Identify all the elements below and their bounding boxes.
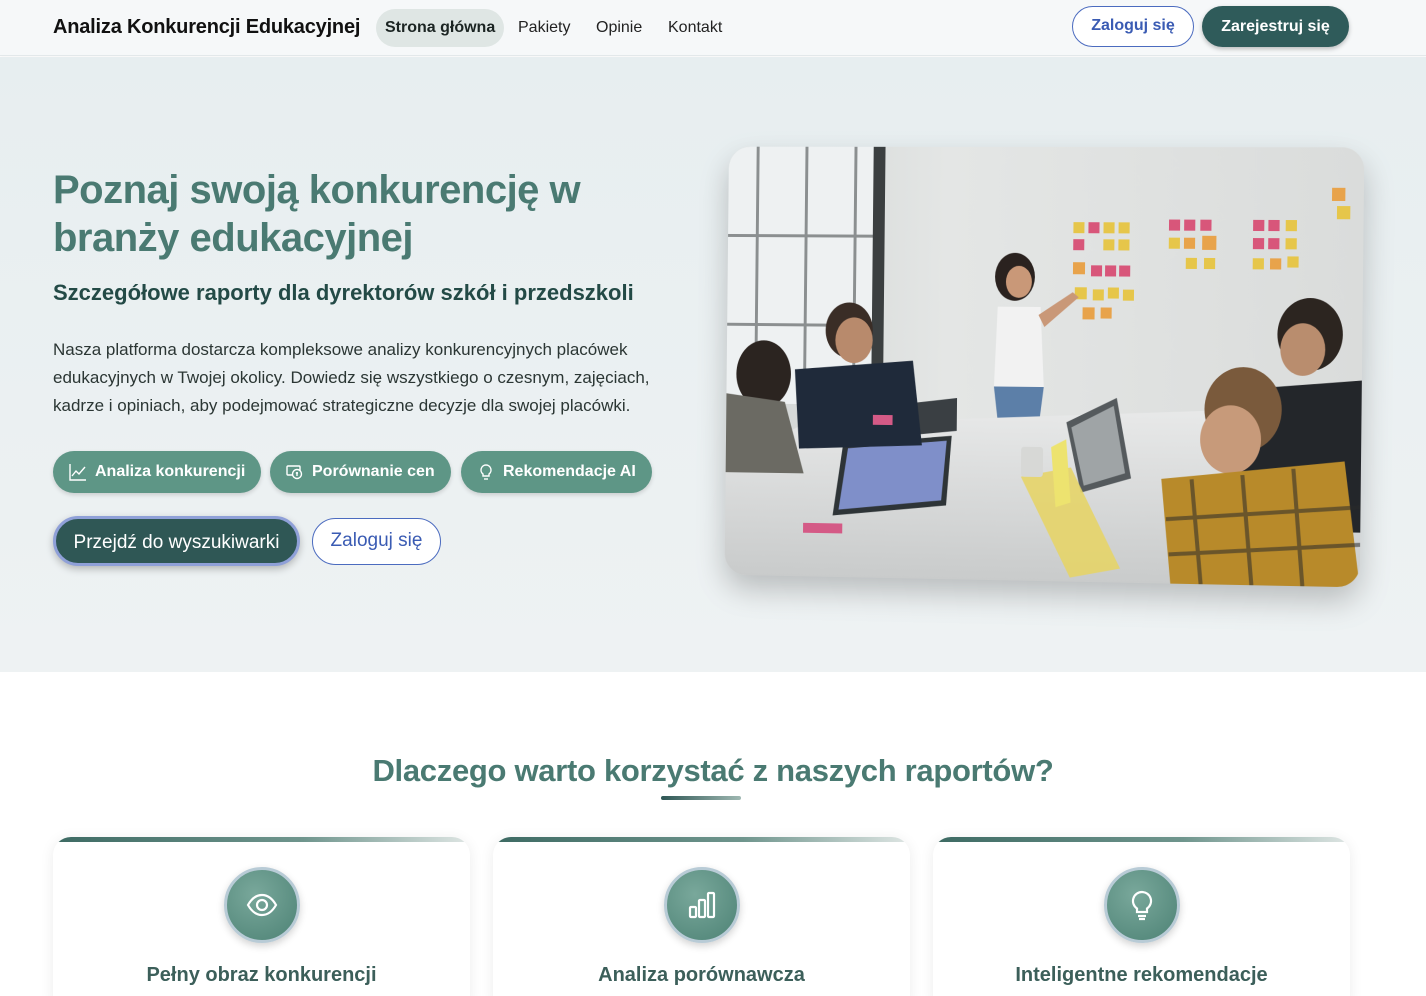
hero-description: Nasza platforma dostarcza kompleksowe an… [53, 340, 650, 415]
hero-subtitle: Szczegółowe raporty dla dyrektorów szkół… [53, 280, 634, 305]
top-navbar: Analiza Konkurencji Edukacyjnej Strona g… [0, 0, 1426, 56]
chip-label: Analiza konkurencji [95, 463, 246, 480]
features-title: Dlaczego warto korzystać z naszych rapor… [372, 753, 1054, 788]
register-button[interactable]: Zarejestruj się [1202, 6, 1349, 47]
eye-icon [224, 867, 300, 943]
feature-card-full-picture: Pełny obraz konkurencji [53, 837, 470, 996]
feature-card-title: Analiza porównawcza [598, 964, 805, 986]
nav-link-home[interactable]: Strona główna [376, 9, 505, 47]
chip-price-comparison[interactable]: Porównanie cen [270, 451, 451, 493]
title-underline-divider [661, 796, 741, 800]
nav-link-reviews[interactable]: Opinie [587, 9, 651, 47]
hero-meeting-photo [724, 146, 1365, 588]
feature-card-comparative-analysis: Analiza porównawcza [493, 837, 910, 996]
feature-card-title: Pełny obraz konkurencji [146, 964, 377, 986]
hero-login-button[interactable]: Zaloguj się [312, 518, 441, 565]
hero-title: Poznaj swoją konkurencję w branży edukac… [53, 168, 581, 260]
card-accent-bar [53, 837, 470, 842]
bar-chart-icon [664, 867, 740, 943]
hero-section: Poznaj swoją konkurencję w branży edukac… [0, 57, 1426, 672]
chip-label: Rekomendacje AI [503, 463, 636, 480]
chip-competition-analysis[interactable]: Analiza konkurencji [53, 451, 262, 493]
brand-title[interactable]: Analiza Konkurencji Edukacyjnej [53, 16, 360, 39]
card-accent-bar [493, 837, 910, 842]
lightbulb-icon [480, 464, 492, 480]
go-to-search-button[interactable]: Przejdź do wyszukiwarki [53, 516, 300, 566]
login-button[interactable]: Zaloguj się [1072, 6, 1194, 47]
nav-link-contact[interactable]: Kontakt [659, 9, 731, 47]
feature-card-smart-recommendations: Inteligentne rekomendacje [933, 837, 1350, 996]
chip-ai-recommendations[interactable]: Rekomendacje AI [461, 451, 652, 493]
chart-line-icon [69, 464, 86, 481]
card-accent-bar [933, 837, 1350, 842]
nav-link-packages[interactable]: Pakiety [509, 9, 579, 47]
feature-card-title: Inteligentne rekomendacje [1015, 964, 1268, 986]
chip-label: Porównanie cen [312, 463, 435, 480]
lightbulb-icon [1104, 867, 1180, 943]
cash-icon [286, 465, 303, 480]
